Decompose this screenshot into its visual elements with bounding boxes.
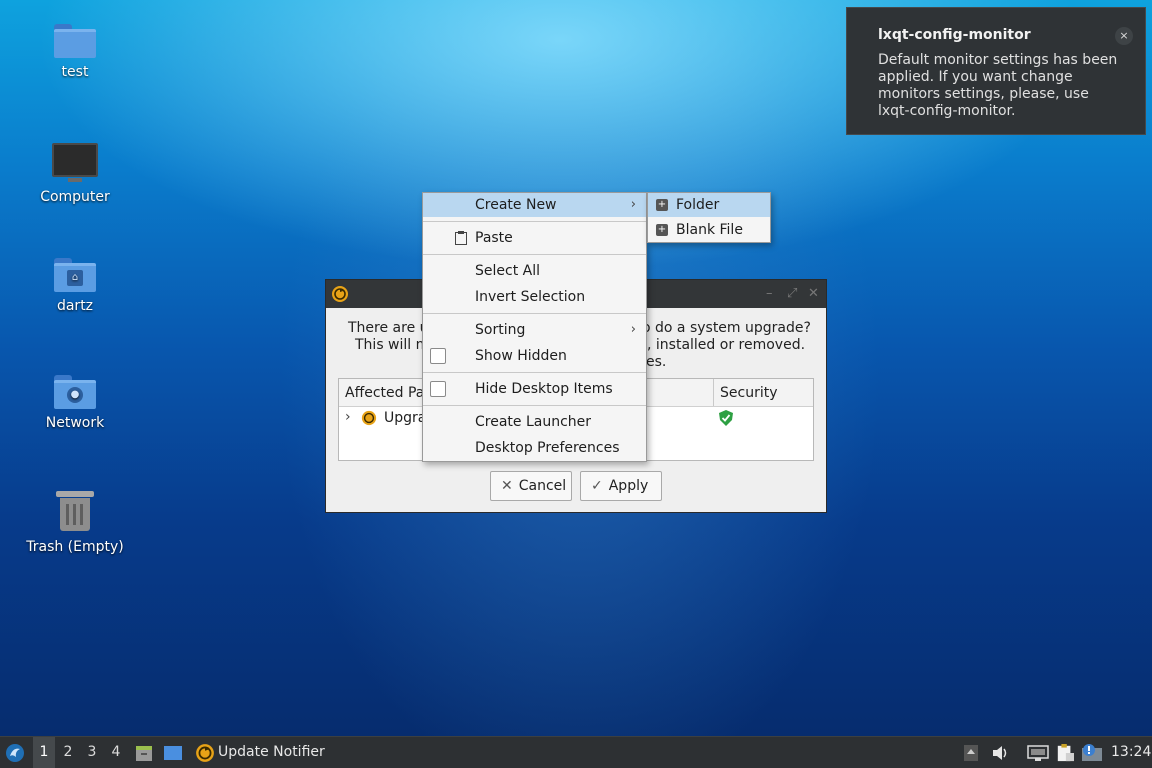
expander-icon[interactable]: › xyxy=(345,409,351,425)
menu-item-label: Create New xyxy=(475,197,557,213)
tray-expand-icon[interactable] xyxy=(963,744,979,762)
new-folder-icon: + xyxy=(656,199,668,211)
menu-item-label: Show Hidden xyxy=(475,348,567,364)
menu-item-label: Select All xyxy=(475,263,540,279)
menu-separator xyxy=(423,221,646,222)
apply-label: Apply xyxy=(608,478,649,494)
menu-item-label: Hide Desktop Items xyxy=(475,381,613,397)
workspace-2[interactable]: 2 xyxy=(57,737,79,768)
menu-item-paste[interactable]: Paste xyxy=(423,226,646,250)
desktop-icon-label: Trash (Empty) xyxy=(26,539,124,555)
menu-item-sorting[interactable]: Sorting › xyxy=(423,318,646,342)
menu-separator xyxy=(423,372,646,373)
menu-item-hide-desktop-items[interactable]: Hide Desktop Items xyxy=(423,377,646,401)
network-folder-icon: ● xyxy=(54,375,96,409)
create-new-submenu: + Folder + Blank File xyxy=(647,192,771,243)
cancel-button[interactable]: ✕ Cancel xyxy=(490,471,572,501)
menu-item-show-hidden[interactable]: Show Hidden xyxy=(423,344,646,368)
close-icon[interactable]: ✕ xyxy=(808,286,819,301)
message-line2-end: , installed or removed. xyxy=(647,337,806,353)
clock[interactable]: 13:24 xyxy=(1111,744,1151,760)
chevron-right-icon: › xyxy=(630,322,636,337)
menu-item-invert-selection[interactable]: Invert Selection xyxy=(423,285,646,309)
clipboard-tray-icon[interactable] xyxy=(1054,744,1076,762)
desktop-icon-test[interactable]: test xyxy=(20,24,130,80)
message-line1-end: o do a system upgrade? xyxy=(642,320,811,336)
menu-item-label: Blank File xyxy=(676,222,743,238)
update-notifier-icon xyxy=(361,410,377,426)
desktop-icon-network[interactable]: ● Network xyxy=(20,375,130,431)
notification-title: lxqt-config-monitor xyxy=(878,27,1031,43)
column-header-affected[interactable]: Affected Pa xyxy=(345,385,424,401)
chevron-right-icon: › xyxy=(630,197,636,212)
minimize-icon[interactable]: – xyxy=(766,286,773,301)
file-manager-icon[interactable] xyxy=(135,744,153,762)
workspace-4[interactable]: 4 xyxy=(105,737,127,768)
clipboard-icon xyxy=(455,231,467,245)
desktop-icon-label: dartz xyxy=(56,298,94,314)
row-label: Upgra xyxy=(384,410,427,426)
show-desktop-icon[interactable] xyxy=(163,744,183,762)
submenu-item-blank-file[interactable]: + Blank File xyxy=(648,218,770,242)
desktop-icon-dartz[interactable]: ⌂ dartz xyxy=(20,258,130,314)
desktop-icon-label: Network xyxy=(45,415,105,431)
menu-item-label: Create Launcher xyxy=(475,414,592,430)
menu-item-create-new[interactable]: Create New › xyxy=(423,193,646,217)
message-line2-start: This will m xyxy=(355,337,430,353)
desktop-icon-computer[interactable]: Computer xyxy=(20,141,130,205)
notification-popup[interactable]: lxqt-config-monitor × Default monitor se… xyxy=(846,7,1146,135)
desktop-context-menu: Create New › Paste Select All Invert Sel… xyxy=(422,192,647,462)
workspace-3[interactable]: 3 xyxy=(81,737,103,768)
desktop-icon-trash[interactable]: Trash (Empty) xyxy=(20,491,130,555)
submenu-item-folder[interactable]: + Folder xyxy=(648,193,770,217)
message-line3-end: es. xyxy=(646,354,667,370)
network-icon[interactable] xyxy=(1027,744,1049,762)
update-notifier-icon xyxy=(332,286,348,302)
folder-icon xyxy=(54,24,96,58)
apply-button[interactable]: ✓ Apply xyxy=(580,471,662,501)
menu-item-label: Invert Selection xyxy=(475,289,586,305)
new-file-icon: + xyxy=(656,224,668,236)
message-line1-start: There are u xyxy=(348,320,429,336)
update-notifier-icon xyxy=(196,744,214,762)
menu-separator xyxy=(423,313,646,314)
cancel-label: Cancel xyxy=(518,478,567,494)
cancel-icon: ✕ xyxy=(501,478,513,494)
menu-item-label: Folder xyxy=(676,197,720,213)
desktop-icon-label: Computer xyxy=(40,189,110,205)
shield-icon xyxy=(719,410,733,426)
hide-desktop-items-checkbox[interactable] xyxy=(430,381,446,397)
menu-item-label: Sorting xyxy=(475,322,526,338)
taskbar: 1 2 3 4 Update Notifier 13:24 xyxy=(0,736,1152,768)
start-menu-icon[interactable] xyxy=(5,743,25,763)
computer-icon xyxy=(52,143,98,182)
close-icon[interactable]: × xyxy=(1115,27,1133,45)
menu-item-label: Desktop Preferences xyxy=(475,440,620,456)
menu-separator xyxy=(423,254,646,255)
menu-separator xyxy=(423,405,646,406)
update-available-icon[interactable] xyxy=(1081,744,1103,762)
menu-item-label: Paste xyxy=(475,230,513,246)
volume-icon[interactable] xyxy=(991,744,1011,762)
trash-icon xyxy=(56,491,94,531)
menu-item-desktop-preferences[interactable]: Desktop Preferences xyxy=(423,436,646,460)
task-label: Update Notifier xyxy=(218,744,325,760)
workspace-1[interactable]: 1 xyxy=(33,737,55,768)
column-header-security[interactable]: Security xyxy=(720,385,778,401)
menu-item-select-all[interactable]: Select All xyxy=(423,259,646,283)
show-hidden-checkbox[interactable] xyxy=(430,348,446,364)
menu-item-create-launcher[interactable]: Create Launcher xyxy=(423,410,646,434)
check-icon: ✓ xyxy=(591,478,603,494)
maximize-icon[interactable]: ⤢ xyxy=(787,286,797,301)
notification-body: Default monitor settings has been applie… xyxy=(878,52,1118,119)
home-folder-icon: ⌂ xyxy=(54,258,96,292)
desktop-icon-label: test xyxy=(61,64,89,80)
